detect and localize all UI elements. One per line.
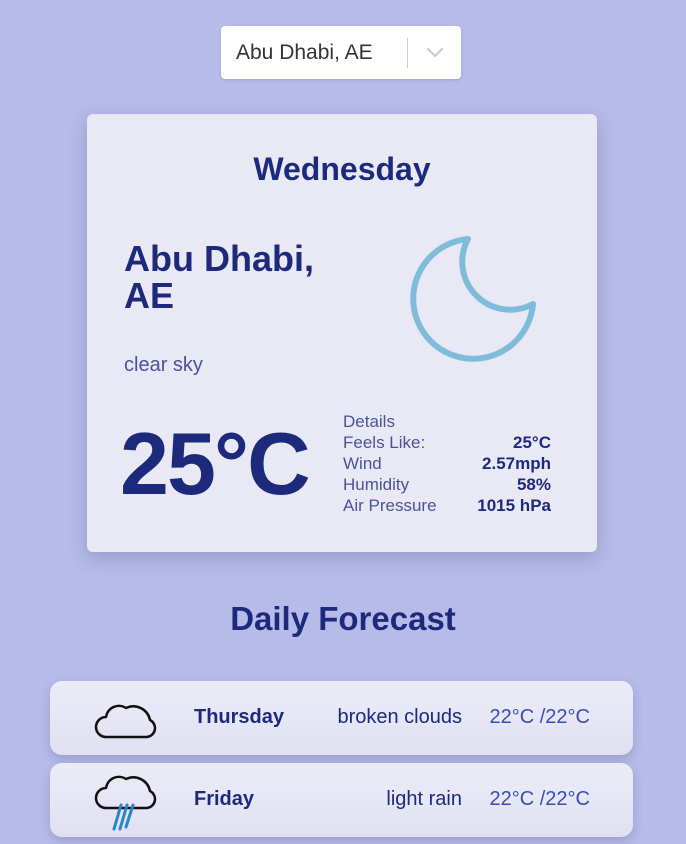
forecast-day: Friday <box>194 788 255 810</box>
current-temperature: 25°C <box>120 414 311 513</box>
cloud-icon <box>94 695 160 748</box>
wind-value: 2.57mph <box>482 454 551 473</box>
forecast-description: broken clouds <box>337 706 462 728</box>
details-row-humidity: Humidity 58% <box>343 474 551 495</box>
chevron-down-icon[interactable] <box>408 47 461 59</box>
details-panel: Details Feels Like: 25°C Wind 2.57mph Hu… <box>343 411 551 516</box>
feels-like-value: 25°C <box>513 433 551 452</box>
current-weather-card: Wednesday Abu Dhabi, AE clear sky 25°C D… <box>87 114 597 552</box>
forecast-temperature: 22°C /22°C <box>489 788 591 810</box>
current-day: Wednesday <box>253 151 431 187</box>
forecast-day: Thursday <box>194 706 285 728</box>
forecast-temperature: 22°C /22°C <box>489 706 591 728</box>
forecast-description: light rain <box>386 788 462 810</box>
city-select-value: Abu Dhabi, AE <box>236 40 373 64</box>
moon-icon <box>402 230 542 375</box>
details-row-pressure: Air Pressure 1015 hPa <box>343 495 551 516</box>
weather-description: clear sky <box>124 354 203 376</box>
city-name-line-2: AE <box>124 275 175 316</box>
details-row-feels-like: Feels Like: 25°C <box>343 432 551 453</box>
city-name: Abu Dhabi, AE <box>124 240 354 314</box>
feels-like-label: Feels Like: <box>343 433 426 452</box>
humidity-value: 58% <box>516 475 551 494</box>
forecast-title: Daily Forecast <box>230 600 456 637</box>
pressure-label: Air Pressure <box>343 496 437 515</box>
wind-label: Wind <box>343 454 382 473</box>
forecast-item-friday[interactable]: Friday light rain 22°C /22°C <box>50 763 633 837</box>
details-title: Details <box>343 412 395 431</box>
rain-cloud-icon <box>94 769 160 840</box>
city-select[interactable]: Abu Dhabi, AE <box>221 26 461 79</box>
details-row-wind: Wind 2.57mph <box>343 453 551 474</box>
city-name-line-1: Abu Dhabi, <box>124 238 314 279</box>
forecast-item-thursday[interactable]: Thursday broken clouds 22°C /22°C <box>50 681 633 755</box>
humidity-label: Humidity <box>343 475 410 494</box>
pressure-value: 1015 hPa <box>477 496 551 515</box>
